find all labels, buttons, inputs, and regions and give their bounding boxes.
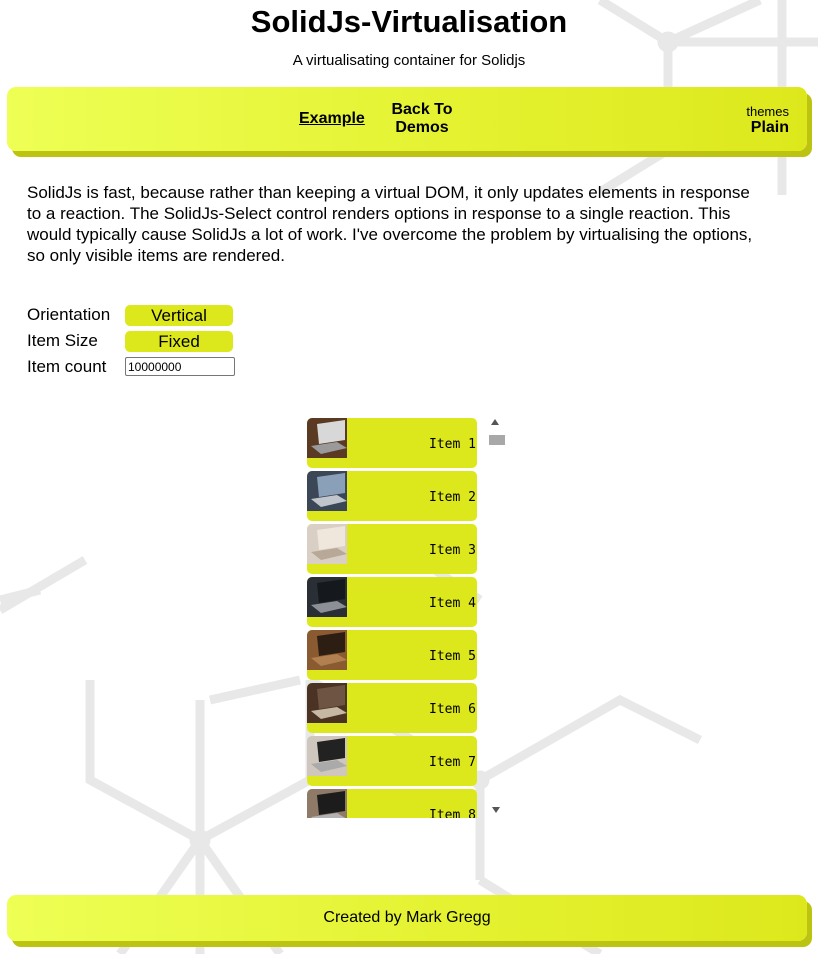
list-item-label: Item 2 bbox=[429, 490, 476, 505]
hands-keyboard-photo-icon bbox=[307, 524, 347, 564]
page-title: SolidJs-Virtualisation bbox=[250, 4, 568, 39]
nav-example-link[interactable]: Example bbox=[299, 110, 365, 128]
virtual-list[interactable]: Item 1 Item 2 Item 3 Item 4 Item 5 Item 6 Item… bbox=[307, 418, 479, 818]
typing-laptop-photo-icon bbox=[307, 577, 347, 617]
list-item-label: Item 1 bbox=[429, 437, 476, 452]
list-item[interactable]: Item 1 bbox=[307, 418, 477, 468]
list-item-label: Item 5 bbox=[429, 649, 476, 664]
list-item[interactable]: Item 8 bbox=[307, 789, 477, 818]
footer-bar: Created by Mark Gregg bbox=[7, 895, 807, 941]
list-item[interactable]: Item 3 bbox=[307, 524, 477, 574]
list-item[interactable]: Item 2 bbox=[307, 471, 477, 521]
laptop-photo-icon bbox=[307, 789, 347, 818]
nav-back-line2: Demos bbox=[395, 119, 449, 136]
list-item[interactable]: Item 7 bbox=[307, 736, 477, 786]
footer-credit: Created by Mark Gregg bbox=[323, 909, 491, 926]
list-item[interactable]: Item 4 bbox=[307, 577, 477, 627]
header-bar: Example Back To Demos themes Plain bbox=[7, 87, 807, 151]
orientation-toggle[interactable]: Vertical bbox=[125, 305, 233, 326]
scrollbar-thumb[interactable] bbox=[489, 435, 505, 445]
item-count-label: Item count bbox=[27, 357, 107, 376]
nav-back-to-demos-link[interactable]: Back To Demos bbox=[385, 101, 459, 137]
list-item[interactable]: Item 6 bbox=[307, 683, 477, 733]
laptop-desk-photo-icon bbox=[307, 418, 347, 458]
list-item[interactable]: Item 5 bbox=[307, 630, 477, 680]
item-count-input[interactable] bbox=[125, 357, 235, 376]
list-item-label: Item 4 bbox=[429, 596, 476, 611]
list-item-label: Item 8 bbox=[429, 808, 476, 818]
nav-back-line1: Back To bbox=[391, 101, 453, 118]
theme-selector[interactable]: Plain bbox=[751, 119, 789, 137]
page-subtitle: A virtualisating container for Solidjs bbox=[292, 52, 526, 69]
scroll-down-arrow-icon[interactable] bbox=[492, 807, 500, 813]
list-item-label: Item 6 bbox=[429, 702, 476, 717]
item-size-label: Item Size bbox=[27, 331, 98, 350]
orientation-label: Orientation bbox=[27, 305, 111, 324]
item-size-toggle[interactable]: Fixed bbox=[125, 331, 233, 352]
intro-paragraph: SolidJs is fast, because rather than kee… bbox=[27, 183, 753, 265]
list-item-label: Item 3 bbox=[429, 543, 476, 558]
scroll-up-arrow-icon[interactable] bbox=[491, 419, 499, 425]
themes-label: themes bbox=[746, 104, 789, 119]
list-item-label: Item 7 bbox=[429, 755, 476, 770]
desk-workspace-photo-icon bbox=[307, 683, 347, 723]
phone-laptop-photo-icon bbox=[307, 471, 347, 511]
laptop-desk-photo-icon bbox=[307, 630, 347, 670]
laptop-photo-icon bbox=[307, 736, 347, 776]
